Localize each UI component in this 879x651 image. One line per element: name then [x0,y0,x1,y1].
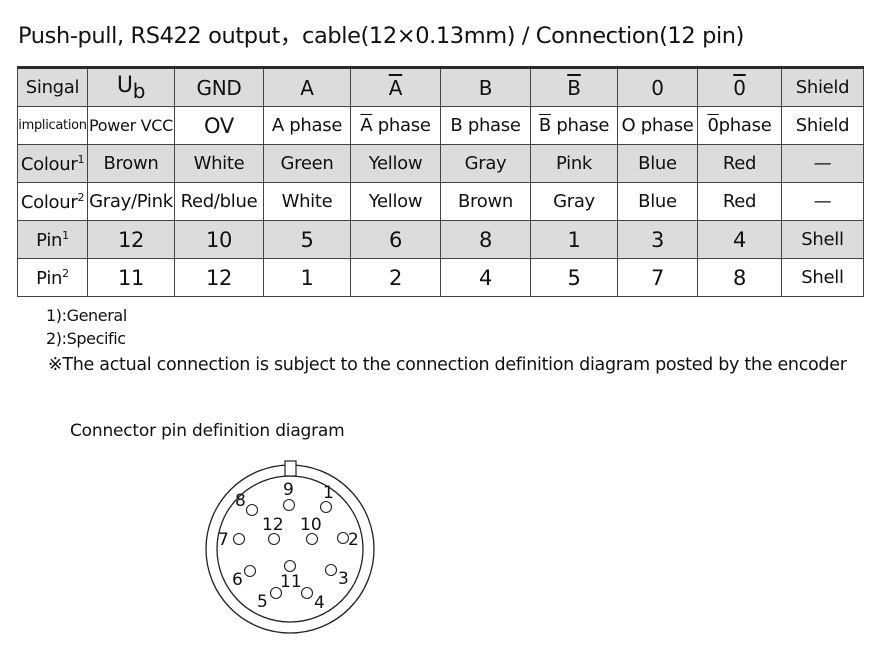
cell-a-bar: A [350,66,441,107]
table-cell: Brown [440,182,531,221]
cell-ub: Ub [87,66,175,107]
cell-b-bar-phase: B phase [530,106,618,145]
table-row-signal: Singal Ub GND A A B B 0 0 Shield [17,66,864,107]
table-cell: 7 [617,258,698,297]
pin-7-label: 7 [218,530,229,550]
table-cell: Blue [617,144,698,183]
table-cell: 12 [87,220,175,259]
cell-a-bar-phase: A phase [350,106,441,145]
pin-2-hole [336,531,350,545]
table-cell: Yellow [350,182,441,221]
pin-8-label: 8 [235,491,246,511]
table-cell: 10 [174,220,264,259]
table-row-colour-specific: Colour2 Gray/Pink Red/blue White Yellow … [17,182,864,221]
pin-9-hole [282,498,296,512]
footnote-general: 1):General [46,306,127,325]
table-cell: Blue [617,182,698,221]
table-row-pin-specific: Pin2 11 12 1 2 4 5 7 8 Shell [17,258,864,297]
table-cell: 8 [697,258,782,297]
connector-pin-diagram: 123456789101112 [205,460,375,634]
pin-6-hole [243,564,257,578]
table-row-implication: implication Power VCC OV A phase A phase… [17,106,864,145]
table-cell: Red/blue [174,182,264,221]
table-cell: White [174,144,264,183]
wiring-table: Singal Ub GND A A B B 0 0 Shield implica… [17,66,864,297]
table-cell: 5 [530,258,618,297]
table-cell: 12 [174,258,264,297]
cell-zero: 0 [617,66,698,107]
pin-5-label: 5 [257,592,268,612]
table-cell: Red [697,144,782,183]
pin-12-hole [267,532,281,546]
pin-2-label: 2 [348,530,359,550]
pin-1-hole [319,500,333,514]
table-row-colour-general: Colour1 Brown White Green Yellow Gray Pi… [17,144,864,183]
table-cell: Gray [530,182,618,221]
table-cell: 11 [87,258,175,297]
cell-power-vcc: Power VCC [87,106,175,145]
table-cell: Pink [530,144,618,183]
row-label-implication: implication [17,106,88,145]
page-title: Push-pull, RS422 output，cable(12×0.13mm)… [18,23,745,49]
pin-4-hole [300,586,314,600]
table-cell: Red [697,182,782,221]
pin-12-label: 12 [262,515,284,535]
table-cell: White [263,182,351,221]
table-cell: Gray [440,144,531,183]
footnotes: 1):General 2):Specific ※The actual conne… [46,304,847,377]
table-cell-dash: — [781,182,864,221]
cell-b-phase: B phase [440,106,531,145]
table-cell: Shell [781,258,864,297]
pin-7-hole [232,532,246,546]
table-cell: Gray/Pink [87,182,175,221]
pin-4-label: 4 [314,593,325,613]
pin-9-label: 9 [283,480,294,500]
table-cell: 2 [350,258,441,297]
table-cell: 1 [530,220,618,259]
cell-b: B [440,66,531,107]
cell-b-bar: B [530,66,618,107]
row-label-colour-2: Colour2 [17,182,88,221]
pin-3-label: 3 [338,569,349,589]
table-cell: 6 [350,220,441,259]
table-cell: 1 [263,258,351,297]
row-label-signal: Singal [17,66,88,107]
pin-3-hole [324,563,338,577]
cell-o-phase: O phase [617,106,698,145]
table-cell: Green [263,144,351,183]
cell-shield-implication: Shield [781,106,864,145]
pin-6-label: 6 [232,570,243,590]
table-cell: Yellow [350,144,441,183]
cell-gnd: GND [174,66,264,107]
row-label-colour-1: Colour1 [17,144,88,183]
cell-a-phase: A phase [263,106,351,145]
table-cell: 8 [440,220,531,259]
cell-ov: OV [174,106,264,145]
table-cell: 5 [263,220,351,259]
table-cell: 4 [697,220,782,259]
connector-key-notch [284,460,297,477]
pin-10-hole [305,532,319,546]
table-cell: 3 [617,220,698,259]
footnote-specific: 2):Specific [46,329,126,348]
table-cell: Brown [87,144,175,183]
diagram-title: Connector pin definition diagram [70,421,345,441]
pin-11-label: 11 [280,572,302,592]
row-label-pin-1: Pin1 [17,220,88,259]
cell-shield: Shield [781,66,864,107]
cell-a: A [263,66,351,107]
cell-zero-bar: 0 [697,66,782,107]
pin-11-hole [283,559,297,573]
pin-10-label: 10 [300,515,322,535]
cell-zero-bar-phase: 0phase [697,106,782,145]
row-label-pin-2: Pin2 [17,258,88,297]
table-cell-dash: — [781,144,864,183]
table-cell: Shell [781,220,864,259]
pin-1-label: 1 [323,483,334,503]
pin-8-hole [245,503,259,517]
connection-disclaimer: ※The actual connection is subject to the… [48,355,847,375]
table-row-pin-general: Pin1 12 10 5 6 8 1 3 4 Shell [17,220,864,259]
table-cell: 4 [440,258,531,297]
